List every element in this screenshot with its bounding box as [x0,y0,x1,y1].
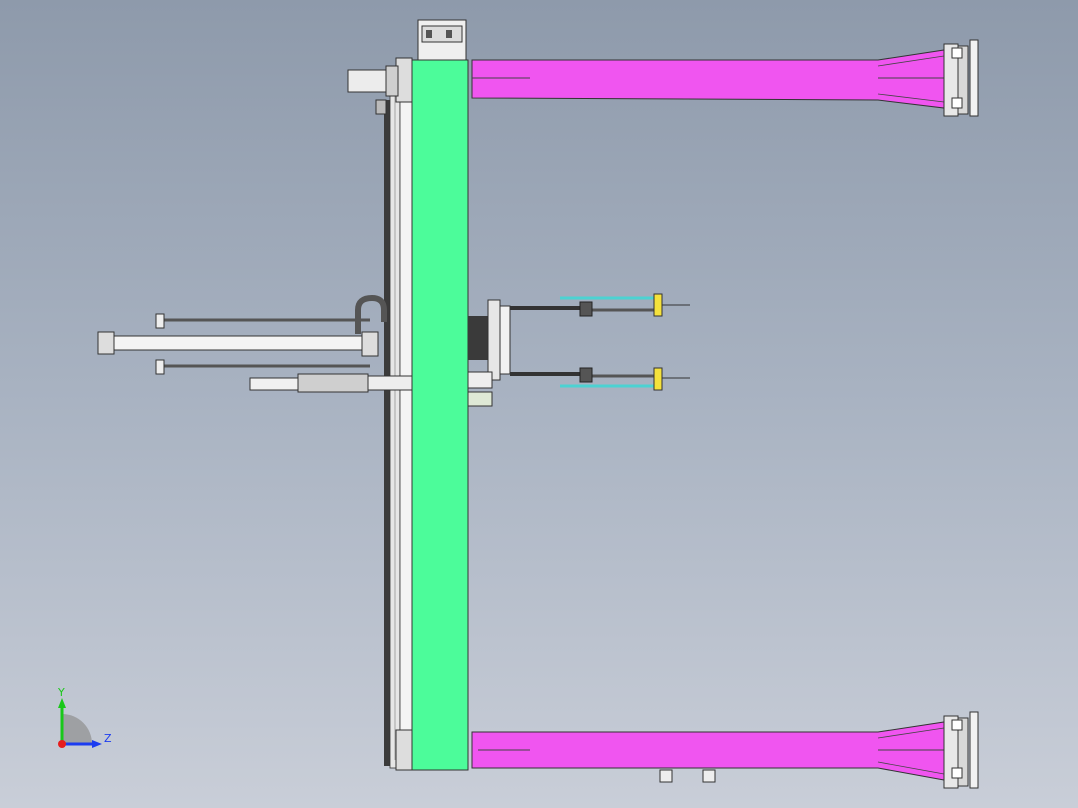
bottom-beam[interactable] [471,711,979,789]
top-drive-block[interactable] [417,19,467,61]
top-beam[interactable] [471,39,979,117]
x-axis-icon [58,740,66,748]
right-gripper-assembly[interactable] [467,293,690,407]
main-column[interactable] [411,59,469,771]
cad-viewport[interactable]: Y Z [0,0,1078,808]
triad-y-label: Y [57,686,65,699]
assembly-drawing[interactable] [0,0,1078,808]
vertical-rail[interactable] [384,57,413,771]
orientation-triad: Y Z [57,686,112,748]
triad-z-label: Z [104,732,112,745]
left-cylinder-arm[interactable] [97,294,413,393]
